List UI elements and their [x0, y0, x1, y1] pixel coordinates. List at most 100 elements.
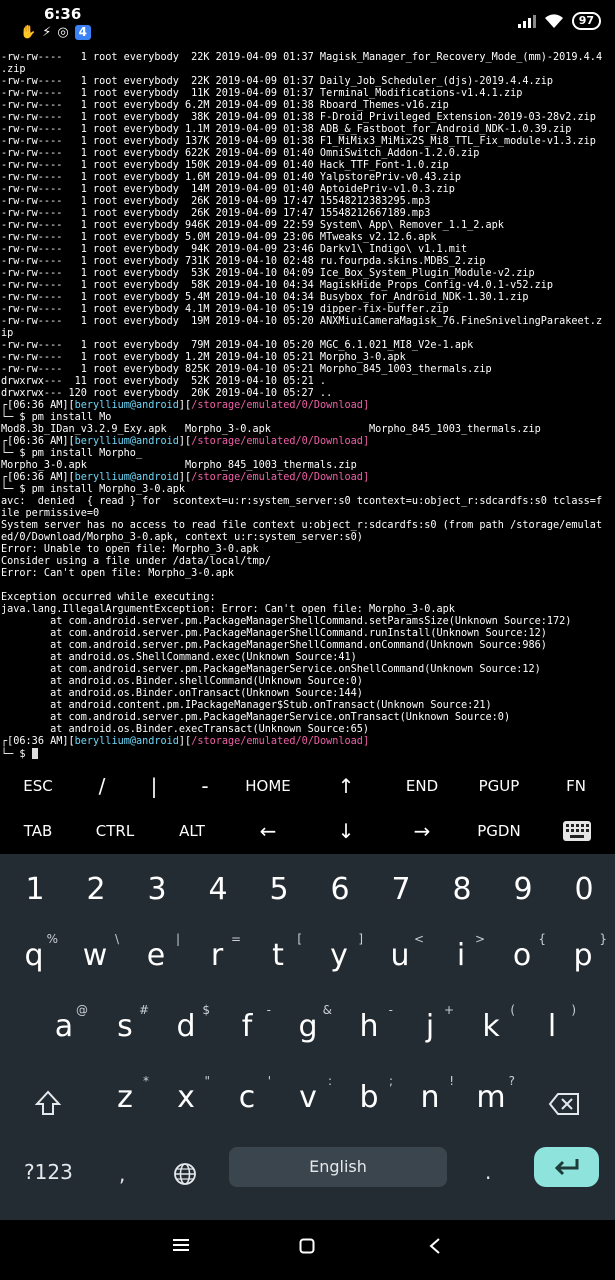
- prompt-line: ┌[06:36 AM][beryllium@android][/storage/…: [0, 436, 615, 448]
- arrow-up-key[interactable]: ↑: [308, 774, 384, 798]
- backspace-icon[interactable]: [548, 1092, 580, 1116]
- key-v[interactable]: v:: [278, 1074, 338, 1115]
- pgup-key[interactable]: PGUP: [461, 777, 537, 795]
- key-5[interactable]: 5: [249, 872, 309, 907]
- key-e[interactable]: e |: [126, 932, 186, 973]
- prompt-bracket: ]: [362, 400, 370, 411]
- key-label: 8: [452, 872, 472, 907]
- key-hint: <: [413, 932, 424, 946]
- pgdn-key[interactable]: PGDN: [461, 822, 537, 840]
- bolt-icon: ⚡: [42, 25, 52, 40]
- key-g[interactable]: g &: [278, 1003, 338, 1044]
- key-x[interactable]: x ": [156, 1074, 216, 1115]
- period-key[interactable]: .: [485, 1160, 491, 1184]
- terminal-output[interactable]: -rw-rw---- 1 root everybody 22K 2019-04-…: [0, 52, 615, 764]
- arrow-down-key[interactable]: ↓: [308, 819, 384, 843]
- key-label: 1: [25, 872, 45, 907]
- enter-key[interactable]: [534, 1147, 599, 1187]
- key-2[interactable]: 2: [66, 872, 126, 907]
- prompt-bracket: ][: [62, 472, 75, 483]
- key-f[interactable]: f-: [217, 1003, 277, 1044]
- recents-menu-icon[interactable]: [173, 1238, 189, 1252]
- key-7[interactable]: 7: [371, 872, 431, 907]
- key-s[interactable]: s #: [95, 1003, 155, 1044]
- shift-icon[interactable]: [34, 1089, 62, 1117]
- output-line: -rw-rw---- 1 root everybody 6.2M 2019-04…: [1, 100, 449, 111]
- key-8[interactable]: 8: [432, 872, 492, 907]
- arrow-right-key[interactable]: →: [384, 819, 460, 843]
- key-r[interactable]: r =: [187, 932, 247, 973]
- key-0[interactable]: 0: [554, 872, 614, 907]
- key-w[interactable]: w \: [65, 932, 125, 973]
- home-key[interactable]: HOME: [230, 777, 306, 795]
- key-hint: #: [138, 1003, 149, 1017]
- prompt-time: 06:36 AM: [13, 436, 63, 447]
- key-a[interactable]: a @: [34, 1003, 94, 1044]
- key-p[interactable]: p}: [553, 932, 613, 973]
- comma-key[interactable]: ,: [119, 1162, 125, 1186]
- alt-key[interactable]: ALT: [154, 822, 230, 840]
- home-icon[interactable]: [299, 1238, 315, 1254]
- key-label: c: [238, 1080, 256, 1115]
- keyboard-toggle-icon[interactable]: [562, 820, 592, 842]
- tab-key[interactable]: TAB: [0, 822, 76, 840]
- output-line: System server has no access to read file…: [1, 520, 603, 531]
- key-label: t: [272, 938, 284, 973]
- output-line: -rw-rw---- 1 root everybody 825K 2019-04…: [1, 364, 492, 375]
- output-line: -rw-rw---- 1 root everybody 14M 2019-04-…: [1, 184, 455, 195]
- prompt-bracket: ][: [178, 436, 192, 447]
- prompt-path: /storage/emulated/0/Download: [191, 472, 363, 483]
- signal-icon: [517, 15, 536, 28]
- key-label: y: [330, 938, 348, 973]
- globe-icon[interactable]: [173, 1162, 197, 1186]
- output-line: Error: Unable to open file: Morpho_3-0.a…: [1, 544, 259, 555]
- key-label: v: [299, 1080, 317, 1115]
- key-y[interactable]: y]: [309, 932, 369, 973]
- key-q[interactable]: q%: [4, 932, 64, 973]
- symbols-key[interactable]: ?123: [24, 1160, 73, 1184]
- key-hint: -: [266, 1003, 271, 1017]
- output-line: -rw-rw---- 1 root everybody 1.2M 2019-04…: [1, 352, 406, 363]
- key-n[interactable]: n!: [400, 1074, 460, 1115]
- key-k[interactable]: k(: [461, 1003, 521, 1044]
- space-bar[interactable]: English: [229, 1147, 447, 1187]
- prompt-symbol: └─ $: [1, 412, 32, 423]
- key-u[interactable]: u <: [370, 932, 430, 973]
- battery-indicator: 97: [571, 12, 601, 30]
- ctrl-key[interactable]: CTRL: [77, 822, 153, 840]
- output-line: -rw-rw---- 1 root everybody 4.1M 2019-04…: [1, 304, 449, 315]
- prompt-bracket: ]: [362, 472, 370, 483]
- key-9[interactable]: 9: [493, 872, 553, 907]
- key-label: 3: [147, 872, 167, 907]
- key-c[interactable]: c ': [217, 1074, 277, 1115]
- key-label: k: [482, 1009, 500, 1044]
- prompt-bracket: ┌[: [1, 736, 14, 747]
- back-icon[interactable]: [428, 1238, 442, 1254]
- arrow-left-key[interactable]: ←: [230, 819, 306, 843]
- prompt-bracket: ][: [62, 736, 75, 747]
- output-line: at com.android.server.pm.PackageManagerS…: [1, 640, 547, 651]
- key-hint: !: [449, 1074, 454, 1088]
- prompt-line: ┌[06:36 AM][beryllium@android][/storage/…: [0, 472, 615, 484]
- key-h[interactable]: h-: [339, 1003, 399, 1044]
- key-hint: ): [571, 1003, 576, 1017]
- key-label: j: [425, 1009, 435, 1044]
- key-1[interactable]: 1: [5, 872, 65, 907]
- key-m[interactable]: m?: [461, 1074, 521, 1115]
- key-t[interactable]: t[: [248, 932, 308, 973]
- key-i[interactable]: i >: [431, 932, 491, 973]
- key-label: 6: [330, 872, 350, 907]
- output-line: -rw-rw---- 1 root everybody 94K 2019-04-…: [1, 244, 468, 255]
- key-j[interactable]: j +: [400, 1003, 460, 1044]
- command-line: └─ $ pm install Morpho_3-0.apk: [0, 484, 615, 496]
- key-b[interactable]: b;: [339, 1074, 399, 1115]
- key-z[interactable]: z *: [95, 1074, 155, 1115]
- key-6[interactable]: 6: [310, 872, 370, 907]
- end-key[interactable]: END: [384, 777, 460, 795]
- key-3[interactable]: 3: [127, 872, 187, 907]
- fn-key[interactable]: FN: [538, 777, 614, 795]
- key-d[interactable]: d $: [156, 1003, 216, 1044]
- key-4[interactable]: 4: [188, 872, 248, 907]
- key-o[interactable]: o{: [492, 932, 552, 973]
- key-l[interactable]: l): [522, 1003, 582, 1044]
